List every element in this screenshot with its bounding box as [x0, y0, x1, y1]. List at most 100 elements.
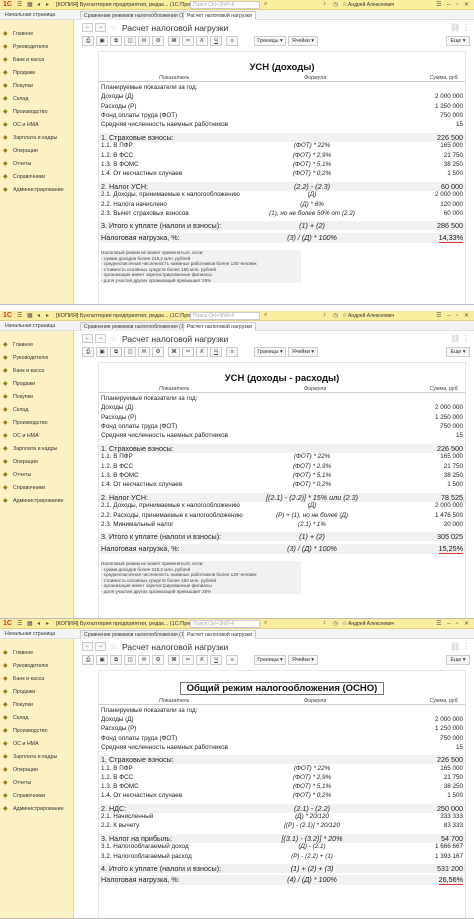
- favorite-star-icon[interactable]: ☆: [110, 23, 117, 32]
- grid-icon[interactable]: ▦: [27, 312, 33, 319]
- mail-button[interactable]: ✉: [138, 36, 150, 46]
- forward-button[interactable]: →: [95, 23, 106, 32]
- table-row[interactable]: Планируемые показатели за год:: [99, 84, 465, 92]
- current-user[interactable]: Андрей Алексеевич: [348, 313, 394, 319]
- tab-home[interactable]: Начальная страница: [2, 322, 58, 331]
- tab-home[interactable]: Начальная страница: [2, 630, 58, 639]
- section-row[interactable]: 4. Итого к уплате (налоги и взносы): (1) …: [99, 863, 465, 873]
- sidebar-item-7[interactable]: ◆ ОС и НМА: [3, 740, 73, 750]
- sidebar-item-7[interactable]: ◆ ОС и НМА: [3, 121, 73, 131]
- bold-button[interactable]: Ж: [168, 347, 180, 357]
- section-row[interactable]: 1. Страховые взносы: 226 500: [99, 755, 465, 764]
- sidebar-item-4[interactable]: ◆ Покупки: [3, 701, 73, 711]
- tax-load-row[interactable]: Налоговая нагрузка, %: (4) / (Д) * 100% 26…: [99, 875, 465, 886]
- table-row[interactable]: 2.3. Минимальный налог (2.1) * 1% 20 000: [99, 521, 465, 529]
- sidebar-item-2[interactable]: ◆ Банк и касса: [3, 367, 73, 377]
- bell-icon[interactable]: ♪: [323, 620, 326, 626]
- history-icon[interactable]: ◷: [333, 312, 338, 319]
- copy-button[interactable]: ⧉: [110, 347, 122, 357]
- window-controls[interactable]: ☰ – ▫ ✕: [436, 312, 471, 319]
- section-row[interactable]: 2. Налог УСН: (2.2) - (2.3) 60 000: [99, 181, 465, 191]
- tax-load-row[interactable]: Налоговая нагрузка, %: (3) / (Д) * 100% 14…: [99, 233, 465, 243]
- table-row[interactable]: 1.4. От несчастных случаев (ФОТ) * 0,2% 1 …: [99, 481, 465, 489]
- sidebar-item-5[interactable]: ◆ Склад: [3, 714, 73, 724]
- italic-button[interactable]: K: [196, 36, 208, 46]
- section-row[interactable]: 1. Страховые взносы: 226 500: [99, 132, 465, 142]
- preview-button[interactable]: ◫: [124, 347, 136, 357]
- table-row[interactable]: 2.1. Доходы, принимаемые к налогообложен…: [99, 191, 465, 199]
- sidebar-item-1[interactable]: ◆ Руководителю: [3, 354, 73, 364]
- sidebar-item-0[interactable]: ◆ Главное: [3, 30, 73, 40]
- section-row[interactable]: 2. Налог УСН: [(2.1) - (2.2)] * 15% или (…: [99, 492, 465, 502]
- sidebar-item-3[interactable]: ◆ Продажи: [3, 688, 73, 698]
- sidebar-item-1[interactable]: ◆ Руководителю: [3, 662, 73, 672]
- sidebar-item-5[interactable]: ◆ Склад: [3, 406, 73, 416]
- table-row[interactable]: 2.3. Вычет страховых взносов (1), но не б…: [99, 210, 465, 218]
- sidebar-item-3[interactable]: ◆ Продажи: [3, 380, 73, 390]
- more-vertical-icon[interactable]: ⋮: [462, 642, 470, 651]
- tab-home[interactable]: Начальная страница: [2, 11, 58, 20]
- settings-button[interactable]: ⚙: [152, 36, 164, 46]
- table-row[interactable]: 3.2. Налогооблагаемый расход (Р) - (2.2) …: [99, 853, 465, 861]
- search-icon[interactable]: ⌕: [264, 312, 267, 319]
- menu-icon[interactable]: ☰: [17, 620, 22, 627]
- table-row[interactable]: 1.2. В ФСС (ФОТ) * 2,9% 21 750: [99, 463, 465, 471]
- table-row[interactable]: 1.4. От несчастных случаев (ФОТ) * 0,2% 1 …: [99, 170, 465, 178]
- align-button[interactable]: ≡: [226, 655, 238, 665]
- tab-current[interactable]: Расчет налоговой нагрузки: [183, 11, 256, 20]
- table-row[interactable]: Расходы (Р) 1 250 000: [99, 414, 465, 422]
- sidebar-item-11[interactable]: ◆ Справочники: [3, 792, 73, 802]
- search-icon[interactable]: ⌕: [264, 620, 267, 627]
- table-row[interactable]: 2.1. Доходы, принимаемые к налогообложен…: [99, 502, 465, 510]
- table-row[interactable]: Средняя численность наемных работников 15: [99, 121, 465, 129]
- table-row[interactable]: Фонд оплаты труда (ФОТ) 750 000: [99, 112, 465, 120]
- sidebar-item-9[interactable]: ◆ Операции: [3, 147, 73, 157]
- sidebar-item-6[interactable]: ◆ Производство: [3, 727, 73, 737]
- copy-button[interactable]: ⧉: [110, 655, 122, 665]
- sidebar-item-2[interactable]: ◆ Банк и касса: [3, 675, 73, 685]
- forward-button[interactable]: →: [95, 334, 106, 343]
- grid-icon[interactable]: ▦: [27, 620, 33, 627]
- table-row[interactable]: Планируемые показатели за год:: [99, 395, 465, 403]
- sidebar-item-6[interactable]: ◆ Производство: [3, 419, 73, 429]
- print-button[interactable]: ⎙: [82, 655, 94, 665]
- mail-button[interactable]: ✉: [138, 655, 150, 665]
- copy-button[interactable]: ⧉: [110, 36, 122, 46]
- tab-current[interactable]: Расчет налоговой нагрузки: [183, 630, 256, 639]
- sidebar-item-9[interactable]: ◆ Операции: [3, 766, 73, 776]
- table-row[interactable]: 1.3. В ФОМС (ФОТ) * 5,1% 38 250: [99, 783, 465, 791]
- section-row[interactable]: 2. НДС: (2.1) - (2.2) 250 000: [99, 803, 465, 813]
- table-row[interactable]: 2.2. К вычету [(Р) - (2.1)] * 20/120 83 33…: [99, 822, 465, 830]
- forward-button[interactable]: →: [95, 642, 106, 651]
- settings-button[interactable]: ⚙: [152, 655, 164, 665]
- tab-current[interactable]: Расчет налоговой нагрузки: [183, 322, 256, 331]
- window-controls[interactable]: ☰ – ▫ ✕: [436, 1, 471, 8]
- table-row[interactable]: Средняя численность наемных работников 15: [99, 744, 465, 752]
- cells-menu[interactable]: Ячейки ▾: [288, 36, 318, 46]
- save-button[interactable]: ▣: [96, 36, 108, 46]
- sidebar-item-4[interactable]: ◆ Покупки: [3, 82, 73, 92]
- forward-arrow-icon[interactable]: ▸: [46, 312, 49, 319]
- bold-button[interactable]: Ж: [168, 36, 180, 46]
- favorite-star-icon[interactable]: ☆: [110, 334, 117, 343]
- table-row[interactable]: 1.2. В ФСС (ФОТ) * 2,9% 21 750: [99, 152, 465, 160]
- sidebar-item-3[interactable]: ◆ Продажи: [3, 69, 73, 79]
- global-search-input[interactable]: Поиск Ctrl+Shift+F: [190, 312, 260, 320]
- section-row[interactable]: 1. Страховые взносы: 226 500: [99, 443, 465, 453]
- forward-arrow-icon[interactable]: ▸: [46, 620, 49, 627]
- current-user[interactable]: Андрей Алексеевич: [348, 621, 394, 627]
- table-row[interactable]: 1.2. В ФСС (ФОТ) * 2,9% 21 750: [99, 774, 465, 782]
- borders-menu[interactable]: Границы ▾: [254, 347, 286, 357]
- table-row[interactable]: 1.1. В ПФР (ФОТ) * 22% 165 000: [99, 765, 465, 773]
- sidebar-item-11[interactable]: ◆ Справочники: [3, 173, 73, 183]
- print-button[interactable]: ⎙: [82, 347, 94, 357]
- table-row[interactable]: 2.1. Начисленный (Д) * 20/120 333 333: [99, 813, 465, 821]
- table-row[interactable]: Доходы (Д) 2 000 000: [99, 716, 465, 724]
- link-icon[interactable]: ⛓: [450, 642, 460, 651]
- underline-button[interactable]: Ч: [210, 655, 222, 665]
- section-row[interactable]: 3. Итого к уплате (налоги и взносы): (1) …: [99, 532, 465, 542]
- sidebar-item-10[interactable]: ◆ Отчеты: [3, 160, 73, 170]
- cut-button[interactable]: ✂: [182, 36, 194, 46]
- menu-icon[interactable]: ☰: [17, 312, 22, 319]
- more-menu[interactable]: Еще ▾: [446, 347, 470, 357]
